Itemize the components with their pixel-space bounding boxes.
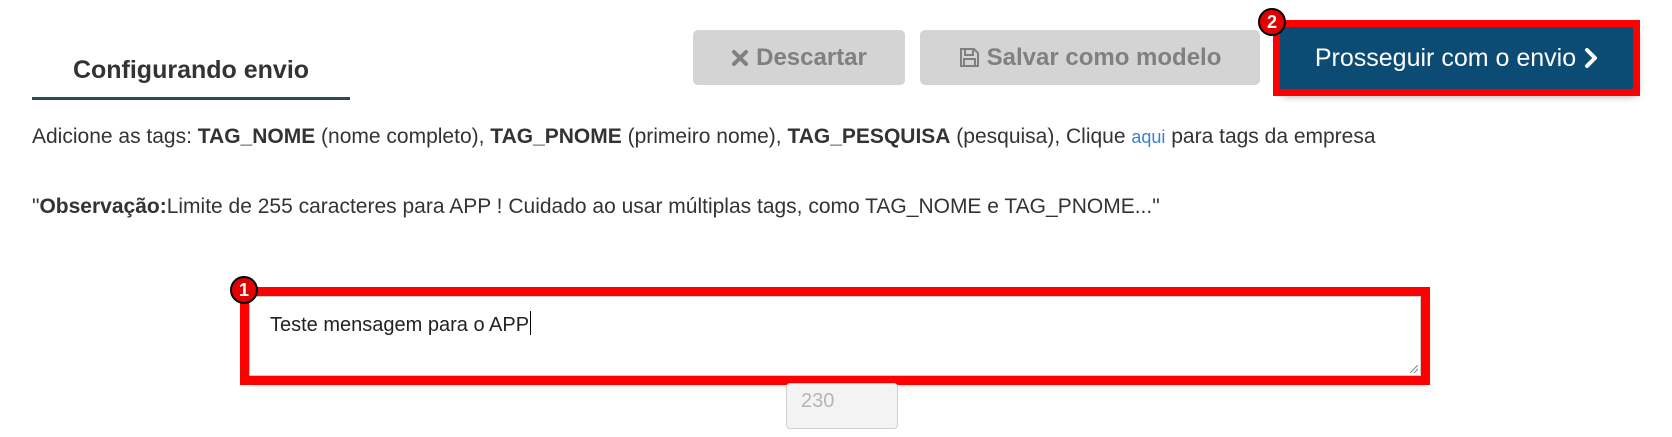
proceed-with-send-button[interactable]: Prosseguir com o envio	[1273, 20, 1640, 96]
tab-configurando-envio[interactable]: Configurando envio	[32, 44, 350, 100]
tag-pesquisa: TAG_PESQUISA	[787, 125, 951, 148]
observation-note: "Observação:Limite de 255 caracteres par…	[32, 195, 1160, 219]
callout-badge-1: 1	[230, 276, 258, 304]
save-as-template-button[interactable]: Salvar como modelo	[920, 30, 1260, 85]
floppy-disk-icon	[959, 47, 980, 68]
tags-intro-text: Adicione as tags:	[32, 125, 198, 148]
message-value: Teste mensagem para o APP	[270, 314, 530, 336]
close-icon	[731, 49, 749, 67]
tag-pesquisa-desc: (pesquisa), Clique	[950, 125, 1132, 148]
resize-handle[interactable]	[1410, 365, 1418, 373]
chevron-right-icon	[1584, 48, 1598, 68]
text-caret	[530, 311, 532, 335]
company-tags-link[interactable]: aqui	[1131, 127, 1165, 147]
tag-nome-desc: (nome completo),	[315, 125, 491, 148]
send-configuration-page: Configurando envio Descartar Salvar como…	[0, 0, 1672, 437]
callout-badge-2: 2	[1258, 8, 1286, 36]
character-counter: 230	[786, 383, 898, 429]
observation-label: Observação:	[39, 195, 167, 218]
tab-title-label: Configurando envio	[72, 56, 310, 84]
message-textarea[interactable]: Teste mensagem para o APP	[240, 287, 1430, 385]
proceed-button-label: Prosseguir com o envio	[1314, 43, 1577, 72]
save-as-template-label: Salvar como modelo	[986, 43, 1222, 71]
observation-text: Limite de 255 caracteres para APP ! Cuid…	[166, 195, 1160, 218]
tag-pnome-desc: (primeiro nome),	[621, 125, 788, 148]
tag-pnome: TAG_PNOME	[490, 125, 622, 148]
discard-button[interactable]: Descartar	[693, 30, 905, 85]
tags-instructions: Adicione as tags: TAG_NOME (nome complet…	[32, 125, 1376, 149]
discard-button-label: Descartar	[756, 43, 867, 71]
tag-nome: TAG_NOME	[197, 125, 316, 148]
tags-outro-text: para tags da empresa	[1165, 125, 1376, 148]
